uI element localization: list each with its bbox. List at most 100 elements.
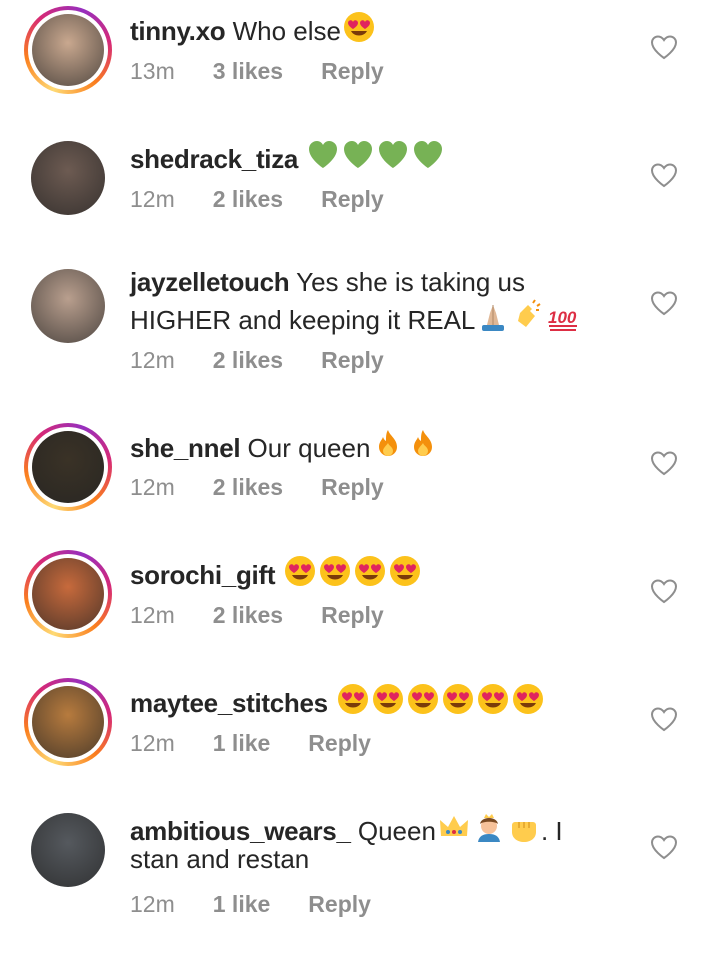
like-heart-icon[interactable] — [650, 34, 678, 60]
green-heart-emoji — [344, 141, 373, 168]
comment-time: 12m — [130, 602, 175, 628]
comment-text: tinny.xo Who else — [130, 10, 630, 48]
reply-button[interactable]: Reply — [321, 186, 384, 213]
reply-button[interactable]: Reply — [321, 602, 384, 629]
comment-text: sorochi_gift — [130, 554, 630, 592]
likes-count[interactable]: 2 likes — [213, 602, 283, 629]
comment-time: 12m — [130, 186, 175, 212]
comment-meta: 12m 2 likes Reply — [130, 474, 384, 501]
heart-eyes-emoji — [443, 684, 474, 714]
comment-emoji-group — [282, 556, 422, 590]
reply-button[interactable]: Reply — [321, 58, 384, 85]
like-heart-icon[interactable] — [650, 706, 678, 732]
likes-count[interactable]: 2 likes — [213, 474, 283, 501]
avatar[interactable] — [24, 550, 112, 638]
comment-body: Who else — [232, 16, 341, 46]
comment-body: Our queen — [247, 433, 371, 463]
like-heart-icon[interactable] — [650, 450, 678, 476]
hundred-emoji: 100 — [548, 308, 578, 331]
comment-text: she_nnel Our queen — [130, 427, 630, 465]
comment-body-continued: stan and restan — [130, 844, 310, 874]
comment-username[interactable]: jayzelletouch — [130, 267, 290, 297]
like-heart-icon[interactable] — [650, 834, 678, 860]
comment-username[interactable]: shedrack_tiza — [130, 144, 298, 174]
avatar[interactable] — [24, 262, 112, 350]
heart-eyes-emoji — [390, 556, 421, 586]
comment-time: 12m — [130, 891, 175, 917]
comment-text: jayzelletouch Yes she is taking us — [130, 266, 630, 299]
heart-eyes-emoji — [338, 684, 369, 714]
reply-button[interactable]: Reply — [308, 891, 371, 918]
heart-eyes-emoji — [343, 12, 374, 42]
comment-emoji-group — [370, 430, 440, 463]
avatar-image — [31, 141, 105, 215]
comment-emoji-group — [341, 12, 376, 46]
avatar-image — [32, 558, 104, 630]
like-heart-icon[interactable] — [650, 578, 678, 604]
comment-emoji-group — [335, 684, 545, 718]
clap-emoji — [518, 299, 541, 327]
avatar[interactable] — [24, 6, 112, 94]
svg-text:100: 100 — [548, 308, 577, 327]
comment-username[interactable]: sorochi_gift — [130, 560, 276, 590]
fire-emoji — [414, 430, 433, 456]
comment-text: shedrack_tiza — [130, 138, 630, 176]
comment-username[interactable]: ambitious_wears_ — [130, 816, 351, 846]
fire-emoji — [379, 430, 398, 456]
heart-eyes-emoji — [513, 684, 544, 714]
comment-username[interactable]: tinny.xo — [130, 16, 226, 46]
comment-meta: 12m 2 likes Reply — [130, 602, 384, 629]
comment-text-line2: HIGHER and keeping it REAL 100 — [130, 299, 630, 337]
comment-text-line2: stan and restan — [130, 843, 630, 876]
comment-emoji-group: 100 — [475, 299, 580, 335]
avatar[interactable] — [24, 806, 112, 894]
avatar[interactable] — [24, 134, 112, 222]
comment-time: 12m — [130, 730, 175, 756]
avatar-image — [32, 686, 104, 758]
avatar-image — [31, 269, 105, 343]
green-heart-emoji — [379, 141, 408, 168]
avatar[interactable] — [24, 423, 112, 511]
likes-count[interactable]: 1 like — [213, 891, 271, 918]
likes-count[interactable]: 2 likes — [213, 347, 283, 374]
comment-time: 12m — [130, 347, 175, 373]
comment-body-suffix: . I — [540, 816, 563, 846]
fist-emoji — [511, 822, 536, 842]
comment-username[interactable]: she_nnel — [130, 433, 241, 463]
comment-meta: 13m 3 likes Reply — [130, 58, 384, 85]
comment-text: maytee_stitches — [130, 682, 630, 720]
princess-emoji — [477, 814, 500, 842]
comment-username[interactable]: maytee_stitches — [130, 688, 328, 718]
comment-body: Queen — [357, 816, 436, 846]
comment-time: 13m — [130, 58, 175, 84]
comment-time: 12m — [130, 474, 175, 500]
heart-eyes-emoji — [478, 684, 509, 714]
comment-emoji-group — [436, 814, 541, 846]
heart-eyes-emoji — [320, 556, 351, 586]
reply-button[interactable]: Reply — [321, 474, 384, 501]
heart-eyes-emoji — [408, 684, 439, 714]
green-heart-emoji — [414, 141, 443, 168]
likes-count[interactable]: 3 likes — [213, 58, 283, 85]
like-heart-icon[interactable] — [650, 290, 678, 316]
heart-eyes-emoji — [285, 556, 316, 586]
like-heart-icon[interactable] — [650, 162, 678, 188]
likes-count[interactable]: 2 likes — [213, 186, 283, 213]
likes-count[interactable]: 1 like — [213, 730, 271, 757]
green-heart-emoji — [309, 141, 338, 168]
avatar[interactable] — [24, 678, 112, 766]
avatar-image — [31, 813, 105, 887]
heart-eyes-emoji — [355, 556, 386, 586]
pray-emoji — [482, 305, 505, 331]
comment-body-continued: HIGHER and keeping it REAL — [130, 305, 476, 335]
comment-meta: 12m 2 likes Reply — [130, 186, 384, 213]
crown-emoji — [439, 816, 468, 836]
avatar-image — [32, 431, 104, 503]
comment-meta: 12m 2 likes Reply — [130, 347, 384, 374]
reply-button[interactable]: Reply — [321, 347, 384, 374]
reply-button[interactable]: Reply — [308, 730, 371, 757]
comment-body: Yes she is taking us — [296, 267, 525, 297]
comment-meta: 12m 1 like Reply — [130, 730, 371, 757]
comment-emoji-group — [305, 141, 445, 174]
comment-meta: 12m 1 like Reply — [130, 891, 371, 918]
